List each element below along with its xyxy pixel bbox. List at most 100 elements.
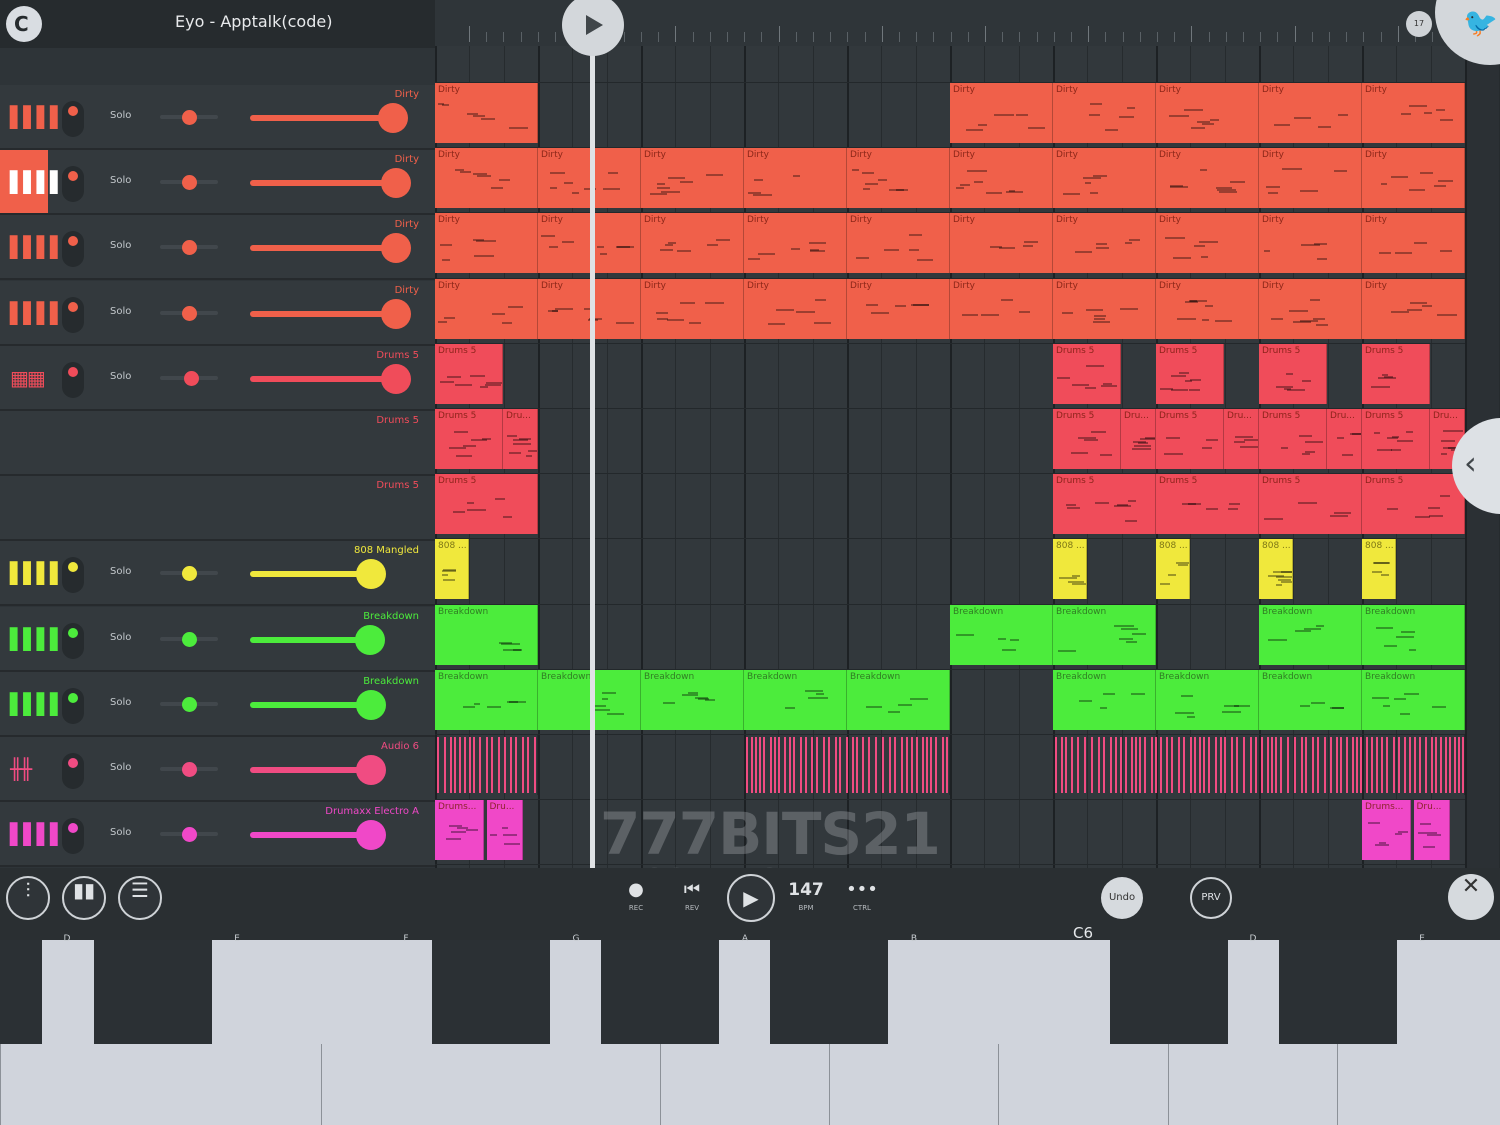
mute-toggle[interactable] [62,166,84,203]
pattern-clip[interactable]: Dirty [950,148,1053,209]
pattern-clip[interactable]: Dirty [744,213,847,274]
pattern-clip[interactable]: Breakdown [744,669,847,730]
pattern-clip[interactable]: Dirty [435,278,538,339]
play-button[interactable]: ▶ [727,874,775,922]
black-key[interactable] [0,940,42,1044]
pattern-clip[interactable]: Drums 5 [1259,474,1362,535]
pan-knob[interactable] [181,631,197,647]
pattern-clip[interactable]: 808 ... [1259,539,1293,600]
black-key[interactable] [1110,940,1228,1044]
solo-button[interactable]: Solo [110,697,131,708]
solo-button[interactable]: Solo [110,827,131,838]
black-key[interactable] [94,940,212,1044]
black-key[interactable] [770,940,888,1044]
pattern-clip[interactable]: Breakdown [847,669,950,730]
pattern-clip[interactable]: Dirty [641,278,744,339]
pattern-clip[interactable]: Drums 5 [1362,474,1465,535]
channel-row[interactable]: ▌▌▌▌ Solo Dirty [0,85,435,150]
mute-toggle[interactable] [62,753,84,789]
white-key-upper[interactable] [212,940,321,1044]
pattern-clip[interactable]: Dirty [1362,213,1465,274]
pattern-clip[interactable]: Dirty [950,278,1053,339]
volume-slider-track[interactable] [250,636,369,643]
volume-knob[interactable] [354,624,385,655]
pattern-clip[interactable]: Breakdown [1259,669,1362,730]
pattern-clip[interactable]: Drums 5 [1053,409,1121,469]
pan-knob[interactable] [181,827,197,843]
pattern-clip[interactable]: Drums... [1362,800,1412,861]
pattern-clip[interactable]: Drums 5 [1156,409,1224,469]
pattern-clip[interactable]: Breakdown [1259,604,1362,665]
channel-row[interactable]: ▌▌▌▌ Solo Dirty [0,215,435,281]
channel-instrument-button[interactable]: ▌▌▌▌ [0,541,66,604]
audio-clip[interactable] [744,735,950,795]
audio-clip[interactable] [1053,735,1465,795]
pattern-clip[interactable]: Breakdown [1362,669,1465,730]
pattern-clip[interactable]: Dirty [1362,83,1465,143]
pattern-clip[interactable]: Dirty [1053,148,1156,209]
channel-row[interactable]: ▦▦ Solo Drums 5 [0,345,435,411]
fl-logo-menu-button[interactable]: C [6,6,42,42]
solo-button[interactable]: Solo [110,110,131,121]
black-key[interactable] [432,940,550,1044]
solo-button[interactable]: Solo [110,762,131,773]
pattern-clip[interactable]: Drums 5 [435,474,538,535]
pattern-clip[interactable]: Dirty [744,278,847,339]
tempo-control[interactable]: 147 BPM [786,878,826,912]
mute-toggle[interactable] [62,622,84,659]
undo-button[interactable]: Undo [1101,877,1143,919]
mute-toggle[interactable] [62,557,84,594]
solo-button[interactable]: Solo [110,240,131,251]
pan-knob[interactable] [181,762,197,777]
pattern-clip[interactable]: Dru... [1326,409,1362,469]
channel-instrument-button[interactable]: ▌▌▌▌ [0,150,66,214]
black-key[interactable] [601,940,719,1044]
pattern-clip[interactable]: Dirty [1156,213,1259,274]
channel-row[interactable]: ╫╫ Solo Audio 6 [0,737,435,802]
channel-instrument-button[interactable]: ▦▦ [0,346,48,409]
pattern-clip[interactable]: Dirty [847,148,950,209]
pattern-clip[interactable]: Dirty [641,213,744,274]
channel-instrument-button[interactable]: ▌▌▌▌ [0,85,66,148]
volume-knob[interactable] [356,755,387,785]
pattern-clip[interactable]: Dirty [847,213,950,274]
channel-row[interactable]: Drums 5 [0,411,435,476]
volume-slider-track[interactable] [250,832,371,839]
pattern-clip[interactable]: Breakdown [1362,604,1465,665]
white-key-upper[interactable] [550,940,601,1044]
white-key-upper[interactable] [998,940,1110,1044]
record-button[interactable]: ● REC [616,878,656,912]
pattern-clip[interactable]: Dirty [950,83,1053,143]
pattern-clip[interactable]: Dirty [1156,278,1259,339]
pattern-clip[interactable]: Breakdown [1053,669,1156,730]
pattern-clip[interactable]: Drums 5 [435,343,503,404]
white-key-upper[interactable] [1228,940,1279,1044]
pan-knob[interactable] [181,566,197,582]
pattern-clip[interactable]: 808 ... [1053,539,1087,600]
rewind-button[interactable]: ⏮ REV [672,878,712,912]
volume-slider-track[interactable] [250,180,395,187]
channel-instrument-button[interactable]: ▌▌▌▌ [0,607,66,670]
mute-toggle[interactable] [62,231,84,268]
pattern-clip[interactable]: Drums 5 [1259,409,1327,469]
volume-slider-track[interactable] [250,375,395,382]
channel-row[interactable]: Drums 5 [0,476,435,542]
pattern-clip[interactable]: Dirty [641,148,744,209]
pan-knob[interactable] [181,175,197,191]
mute-toggle[interactable] [62,361,84,398]
pattern-clip[interactable]: Dirty [744,148,847,209]
pattern-clip[interactable]: Drums 5 [1156,343,1224,404]
volume-slider-track[interactable] [250,767,371,773]
pan-knob[interactable] [183,370,199,386]
channel-row[interactable]: ▌▌▌▌ Solo Breakdown [0,606,435,672]
pattern-clip[interactable]: Dirty [847,278,950,339]
channel-row[interactable]: ▌▌▌▌ Solo Drumaxx Electro A [0,802,435,868]
volume-slider-track[interactable] [250,245,395,252]
volume-knob[interactable] [381,298,411,329]
pattern-clip[interactable]: Dru... [1223,409,1259,469]
volume-knob[interactable] [381,168,411,199]
pattern-clip[interactable]: Dirty [1259,83,1362,143]
volume-knob[interactable] [356,820,387,851]
mute-toggle[interactable] [62,296,84,333]
pattern-clip[interactable]: Drums 5 [1362,343,1430,404]
